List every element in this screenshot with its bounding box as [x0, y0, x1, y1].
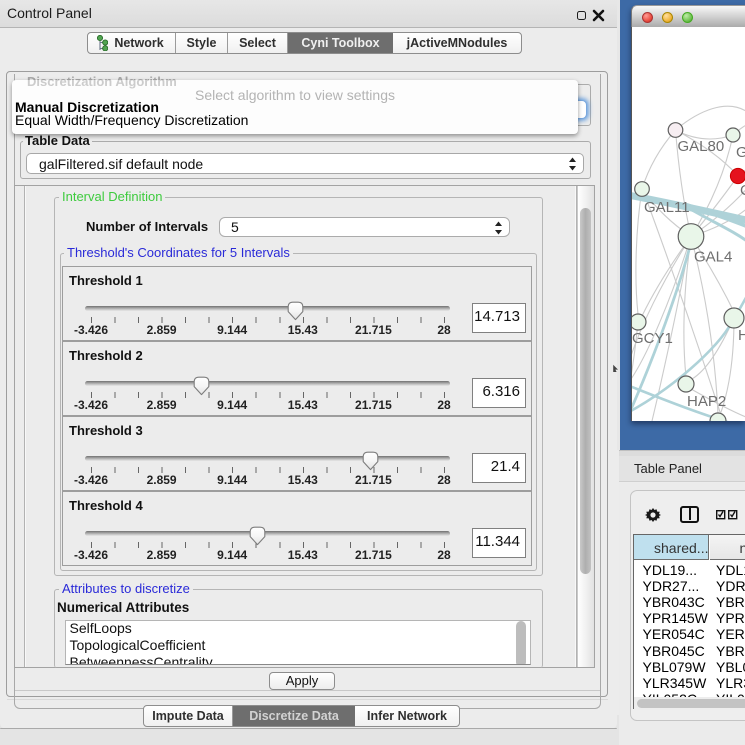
svg-text:C: C	[740, 182, 745, 199]
svg-text:GCY1: GCY1	[632, 330, 673, 347]
svg-text:GAL11: GAL11	[644, 199, 690, 216]
svg-text:H: H	[738, 327, 745, 344]
svg-text:GAL4: GAL4	[694, 249, 732, 266]
svg-text:HAP2: HAP2	[687, 393, 726, 410]
svg-text:G: G	[736, 144, 745, 161]
svg-text:GAL80: GAL80	[678, 138, 725, 155]
